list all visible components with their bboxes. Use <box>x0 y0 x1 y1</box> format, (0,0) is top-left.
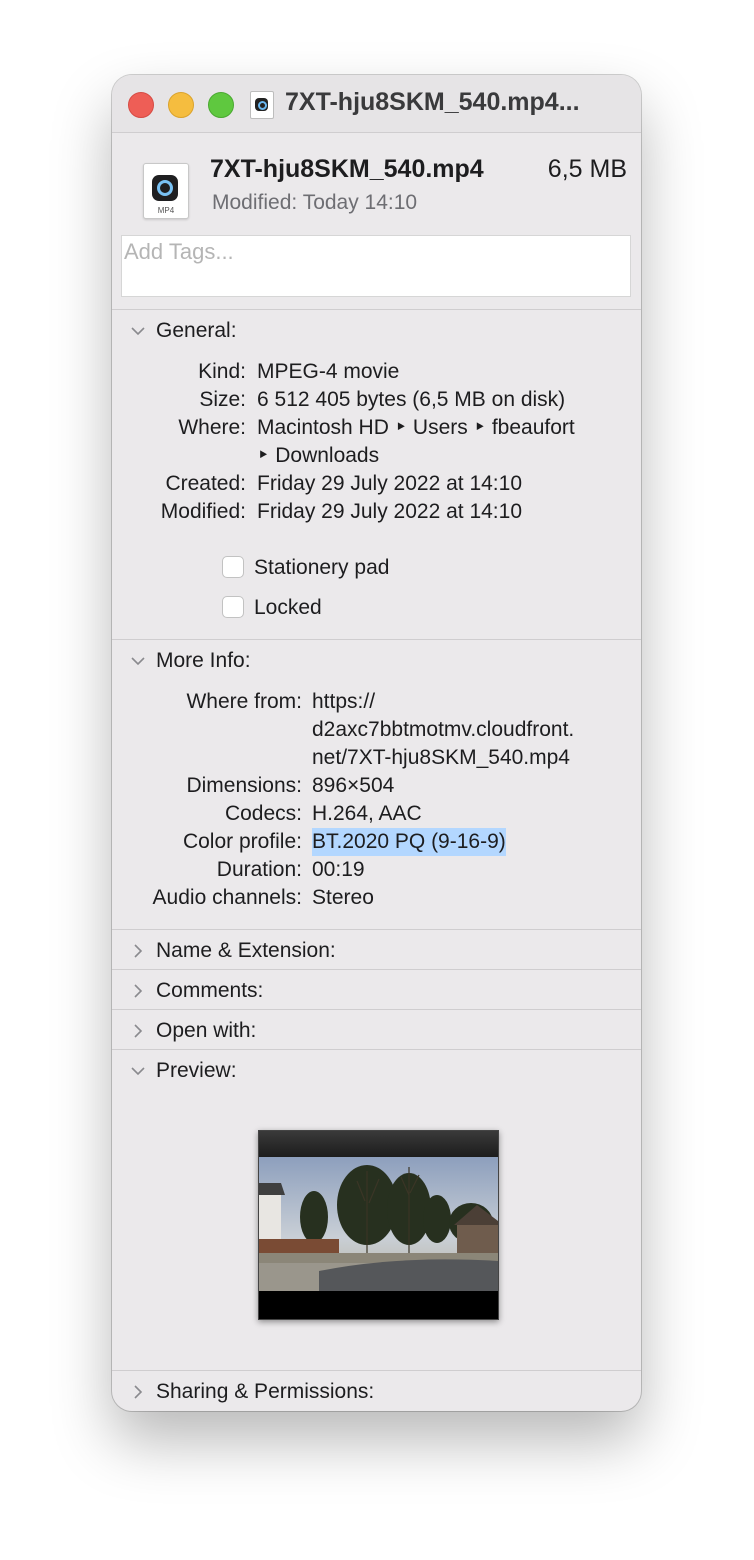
chevron-right-icon <box>134 984 143 998</box>
duration-row: Duration: 00:19 <box>112 856 641 884</box>
divider <box>112 1370 641 1371</box>
audio-channels-row: Audio channels: Stereo <box>112 884 641 912</box>
file-ext-label: MP4 <box>157 206 175 215</box>
size-row: Size: 6 512 405 bytes (6,5 MB on disk) <box>112 386 641 414</box>
info-window: 7XT-hju8SKM_540.mp4... MP4 7XT-hju8SKM_5… <box>112 75 641 1411</box>
where-value-line2: ‣ Downloads <box>257 444 380 467</box>
kind-value: MPEG-4 movie <box>257 360 400 383</box>
chevron-down-icon <box>131 1067 145 1076</box>
section-more-info-title: More Info: <box>156 649 251 672</box>
video-preview-thumbnail[interactable] <box>258 1130 499 1320</box>
chevron-right-icon <box>134 1024 143 1038</box>
zoom-button[interactable] <box>208 92 234 118</box>
chevron-right-icon <box>134 1385 143 1399</box>
section-sharing-header[interactable]: Sharing & Permissions: <box>112 1372 641 1411</box>
file-size: 6,5 MB <box>547 155 627 183</box>
audio-channels-value: Stereo <box>312 886 374 909</box>
where-from-label: Where from: <box>186 690 302 713</box>
section-more-info-header[interactable]: More Info: <box>112 641 641 681</box>
section-preview-title: Preview: <box>156 1059 237 1082</box>
section-comments-header[interactable]: Comments: <box>112 971 641 1011</box>
header-modified-label: Modified: <box>212 191 298 214</box>
stationery-pad-checkbox[interactable] <box>222 556 244 578</box>
stationery-pad-label: Stationery pad <box>254 556 390 579</box>
where-row: Where: Macintosh HD ‣ Users ‣ fbeaufort … <box>112 414 641 470</box>
dimensions-label: Dimensions: <box>186 774 302 797</box>
section-preview-header[interactable]: Preview: <box>112 1051 641 1091</box>
where-from-line1[interactable]: https:// <box>312 688 375 716</box>
where-label: Where: <box>178 416 246 439</box>
where-value-line1: Macintosh HD ‣ Users ‣ fbeaufort <box>257 416 575 439</box>
where-from-row: Where from: https:// d2axc7bbtmotmv.clou… <box>112 688 641 772</box>
section-sharing-title: Sharing & Permissions: <box>156 1380 375 1403</box>
header-modified-value: Today 14:10 <box>302 191 418 214</box>
modified-value: Friday 29 July 2022 at 14:10 <box>257 500 523 523</box>
where-from-line3[interactable]: net/7XT-hju8SKM_540.mp4 <box>312 744 570 772</box>
header-modified: Modified: Today 14:10 <box>212 191 417 215</box>
chevron-right-icon <box>134 944 143 958</box>
codecs-row: Codecs: H.264, AAC <box>112 800 641 828</box>
modified-row: Modified: Friday 29 July 2022 at 14:10 <box>112 498 641 526</box>
divider <box>112 969 641 970</box>
created-value: Friday 29 July 2022 at 14:10 <box>257 472 523 495</box>
color-profile-value[interactable]: BT.2020 PQ (9-16-9) <box>312 828 506 856</box>
section-general-header[interactable]: General: <box>112 311 641 351</box>
section-open-with-header[interactable]: Open with: <box>112 1011 641 1051</box>
tags-input[interactable]: Add Tags... <box>121 235 631 297</box>
file-name: 7XT-hju8SKM_540.mp4 <box>210 155 484 183</box>
section-general-title: General: <box>156 319 237 342</box>
title-bar[interactable]: 7XT-hju8SKM_540.mp4... <box>112 75 641 133</box>
divider <box>112 1009 641 1010</box>
quicktime-file-icon <box>250 91 274 119</box>
created-label: Created: <box>165 472 246 495</box>
color-profile-label: Color profile: <box>182 830 302 853</box>
size-value: 6 512 405 bytes (6,5 MB on disk) <box>257 388 566 411</box>
divider <box>112 1049 641 1050</box>
kind-row: Kind: MPEG-4 movie <box>112 358 641 386</box>
size-label: Size: <box>199 388 246 411</box>
mp4-file-icon[interactable]: MP4 <box>143 163 189 219</box>
chevron-down-icon <box>131 327 145 336</box>
divider <box>112 929 641 930</box>
locked-label: Locked <box>254 596 322 619</box>
divider <box>112 309 641 310</box>
modified-label: Modified: <box>160 500 246 523</box>
created-row: Created: Friday 29 July 2022 at 14:10 <box>112 470 641 498</box>
close-button[interactable] <box>128 92 154 118</box>
section-name-extension-title: Name & Extension: <box>156 939 336 962</box>
audio-channels-label: Audio channels: <box>152 886 302 909</box>
locked-checkbox[interactable] <box>222 596 244 618</box>
dimensions-row: Dimensions: 896×504 <box>112 772 641 800</box>
divider <box>112 639 641 640</box>
minimize-button[interactable] <box>168 92 194 118</box>
duration-label: Duration: <box>216 858 302 881</box>
preview-scene-image <box>259 1157 498 1319</box>
kind-label: Kind: <box>198 360 246 383</box>
color-profile-row: Color profile: BT.2020 PQ (9-16-9) <box>112 828 641 856</box>
section-name-extension-header[interactable]: Name & Extension: <box>112 931 641 971</box>
codecs-label: Codecs: <box>224 802 302 825</box>
codecs-value: H.264, AAC <box>312 802 422 825</box>
where-from-line2[interactable]: d2axc7bbtmotmv.cloudfront. <box>312 716 574 744</box>
section-comments-title: Comments: <box>156 979 264 1002</box>
duration-value: 00:19 <box>312 858 365 881</box>
section-open-with-title: Open with: <box>156 1019 257 1042</box>
dimensions-value: 896×504 <box>312 774 395 797</box>
chevron-down-icon <box>131 657 145 666</box>
window-title: 7XT-hju8SKM_540.mp4... <box>285 88 580 116</box>
